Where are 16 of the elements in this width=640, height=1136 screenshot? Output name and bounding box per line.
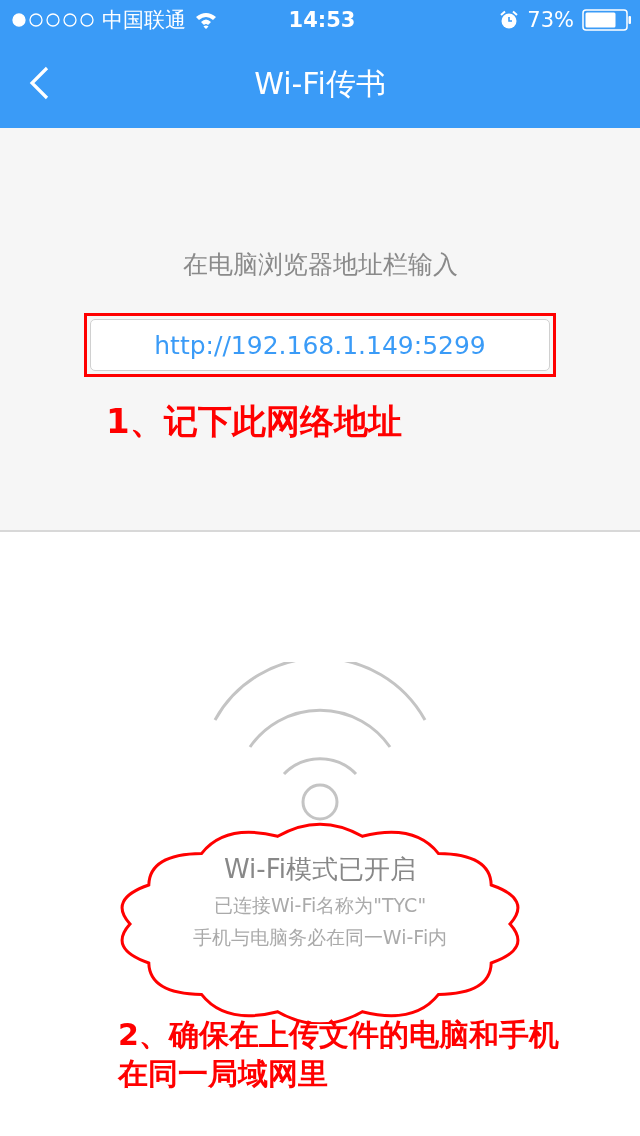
alarm-icon bbox=[499, 10, 520, 30]
hint-text: 已连接Wi-Fi名称为"TYC" bbox=[213, 893, 427, 918]
carrier-name: 中国联通 bbox=[102, 7, 186, 34]
annotation-text: 2、确保在上传文件的电脑和手机在同一局域网里 bbox=[118, 1016, 560, 1093]
battery-percent: 73% bbox=[527, 8, 574, 32]
instruction-text: 在电脑浏览器地址栏输入 bbox=[182, 249, 458, 281]
back-button[interactable] bbox=[28, 66, 50, 100]
hint-text: 手机与电脑务必在同一Wi-Fi内 bbox=[192, 925, 448, 950]
clock-time: 14:53 bbox=[288, 8, 356, 32]
address-field[interactable]: http://192.168.1.149:5299 bbox=[90, 319, 550, 371]
page-title: Wi-Fi传书 bbox=[254, 64, 386, 103]
signal-icon bbox=[12, 13, 94, 27]
mode-status-text: Wi-Fi模式已开启 bbox=[224, 853, 416, 886]
wifi-icon bbox=[194, 11, 218, 29]
annotation-text: 1、记下此网络地址 bbox=[106, 400, 402, 443]
battery-icon bbox=[582, 9, 632, 31]
